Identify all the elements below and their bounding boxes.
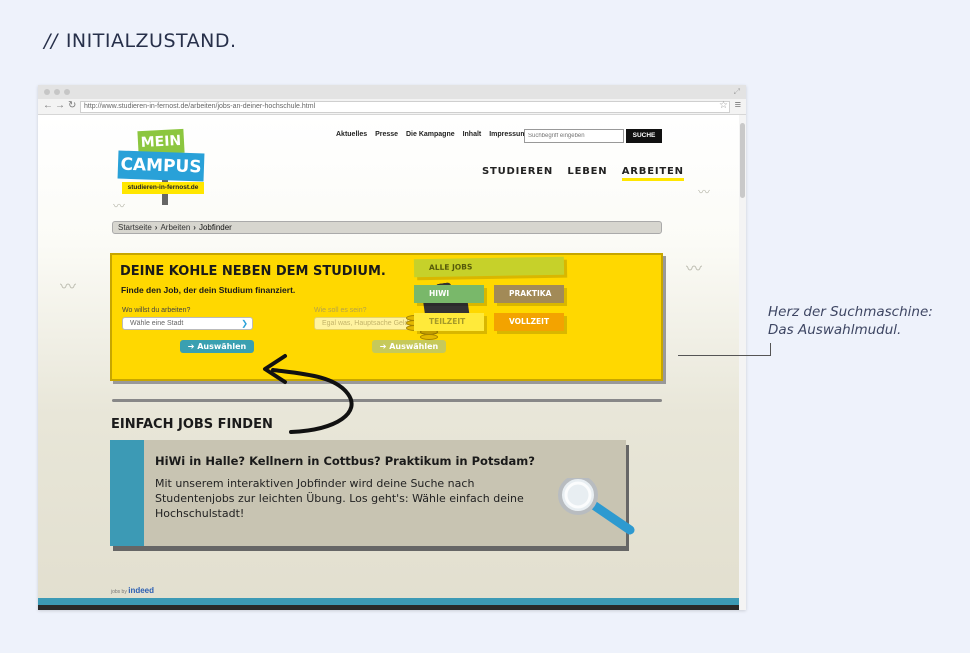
job-type-hiwi[interactable]: HIWI — [414, 285, 484, 303]
nav-arbeiten[interactable]: ARBEITEN — [621, 166, 684, 181]
topnav-kampagne[interactable]: Die Kampagne — [406, 131, 455, 138]
teaser-stripe — [110, 440, 144, 546]
what-label: Wie soll es sein? — [314, 307, 367, 314]
logo-campus: CAMPUS — [117, 150, 205, 182]
where-label: Wo willst du arbeiten? — [122, 307, 191, 314]
bird-icon: 〰 — [60, 279, 77, 296]
reload-icon[interactable]: ↻ — [68, 100, 76, 111]
module-subtitle: Finde den Job, der dein Studium finanzie… — [121, 285, 296, 295]
bird-icon: 〰 — [698, 185, 711, 199]
annotation-text: Herz der Suchmaschine: Das Auswahlmudul. — [768, 303, 958, 339]
annotation-leader-tick — [770, 343, 771, 356]
job-type-alle-jobs[interactable]: ALLE JOBS — [413, 256, 565, 278]
jobs-by-text: jobs by — [111, 589, 127, 595]
annotation-leader-line — [678, 355, 771, 356]
window-maximize-dot[interactable] — [64, 89, 70, 95]
module-title: DEINE KOHLE NEBEN DEM STUDIUM. — [120, 264, 386, 279]
topnav-aktuelles[interactable]: Aktuelles — [336, 131, 367, 138]
scrollbar-thumb[interactable] — [740, 123, 745, 198]
browser-toolbar: ← → ↻ http://www.studieren-in-fernost.de… — [38, 99, 746, 115]
bird-icon: 〰 — [686, 261, 703, 278]
topnav-presse[interactable]: Presse — [375, 131, 398, 138]
topnav-impressum[interactable]: Impressum — [489, 131, 526, 138]
main-navigation: STUDIEREN LEBEN ARBEITEN — [482, 166, 684, 181]
breadcrumb-startseite[interactable]: Startseite — [118, 223, 152, 232]
search-button[interactable]: SUCHE — [626, 129, 662, 143]
topnav-inhalt[interactable]: Inhalt — [463, 131, 482, 138]
browser-titlebar: ⤢ — [38, 85, 746, 99]
breadcrumb-jobfinder: Jobfinder — [198, 223, 232, 232]
jobtype-choose-button[interactable]: ➔ Auswählen — [372, 340, 446, 353]
teaser-title: HiWi in Halle? Kellnern in Cottbus? Prak… — [155, 454, 535, 468]
job-type-vollzeit[interactable]: VOLLZEIT — [494, 313, 564, 331]
url-field[interactable]: http://www.studieren-in-fernost.de/arbei… — [80, 101, 730, 113]
vertical-scrollbar[interactable] — [739, 115, 746, 610]
heading-slashes: // — [44, 30, 58, 52]
nav-studieren[interactable]: STUDIEREN — [482, 166, 553, 177]
breadcrumb-chevron-icon: › — [154, 223, 158, 232]
section-title: EINFACH JOBS FINDEN — [111, 417, 273, 432]
jobfinder-module: DEINE KOHLE NEBEN DEM STUDIUM. Finde den… — [110, 253, 663, 381]
magnifier-icon — [558, 478, 635, 535]
annotation-line2: Das Auswahlmudul. — [768, 322, 902, 338]
job-type-teilzeit[interactable]: TEILZEIT — [414, 313, 484, 331]
search-input[interactable] — [524, 129, 624, 143]
city-select-value: Wähle eine Stadt — [130, 320, 184, 327]
top-navigation: Aktuelles Presse Die Kampagne Inhalt Imp… — [336, 131, 533, 138]
jobtype-select-value: Egal was, Hauptsache Geld — [322, 320, 409, 327]
forward-icon[interactable]: → — [55, 100, 65, 111]
footer-bar-dark — [38, 605, 739, 610]
window-minimize-dot[interactable] — [54, 89, 60, 95]
browser-window: ⤢ ← → ↻ http://www.studieren-in-fernost.… — [38, 85, 746, 610]
window-close-dot[interactable] — [44, 89, 50, 95]
bookmark-star-icon[interactable]: ☆ — [719, 100, 728, 111]
indeed-logo: indeed — [128, 586, 155, 595]
city-choose-button[interactable]: ➔ Auswählen — [180, 340, 254, 353]
teaser-body: Mit unserem interaktiven Jobfinder wird … — [155, 477, 524, 520]
chevron-down-icon: ❯ — [241, 319, 248, 328]
section-divider — [112, 399, 662, 402]
annotation-line1: Herz der Suchmaschine: — [768, 304, 933, 320]
heading-text: INITIALZUSTAND. — [65, 30, 237, 52]
fullscreen-icon[interactable]: ⤢ — [734, 87, 740, 97]
web-viewport: 〰 〰 〰 〰 MEIN CAMPUS studieren-in-fernost… — [38, 115, 746, 610]
page-heading: // INITIALZUSTAND. — [44, 30, 237, 52]
mein-campus-logo[interactable]: MEIN CAMPUS studieren-in-fernost.de — [117, 128, 213, 205]
breadcrumb: Startseite › Arbeiten › Jobfinder — [112, 221, 662, 234]
breadcrumb-chevron-icon: › — [193, 223, 196, 232]
breadcrumb-arbeiten[interactable]: Arbeiten — [160, 223, 190, 232]
back-icon[interactable]: ← — [43, 100, 53, 111]
nav-leben[interactable]: LEBEN — [567, 166, 607, 177]
city-select[interactable]: Wähle eine Stadt ❯ — [122, 317, 253, 330]
jobs-by-credit[interactable]: jobs by indeed — [111, 586, 154, 595]
job-type-praktika[interactable]: PRAKTIKA — [494, 285, 564, 303]
logo-domain: studieren-in-fernost.de — [122, 182, 204, 194]
browser-menu-icon[interactable]: ≡ — [735, 99, 741, 111]
